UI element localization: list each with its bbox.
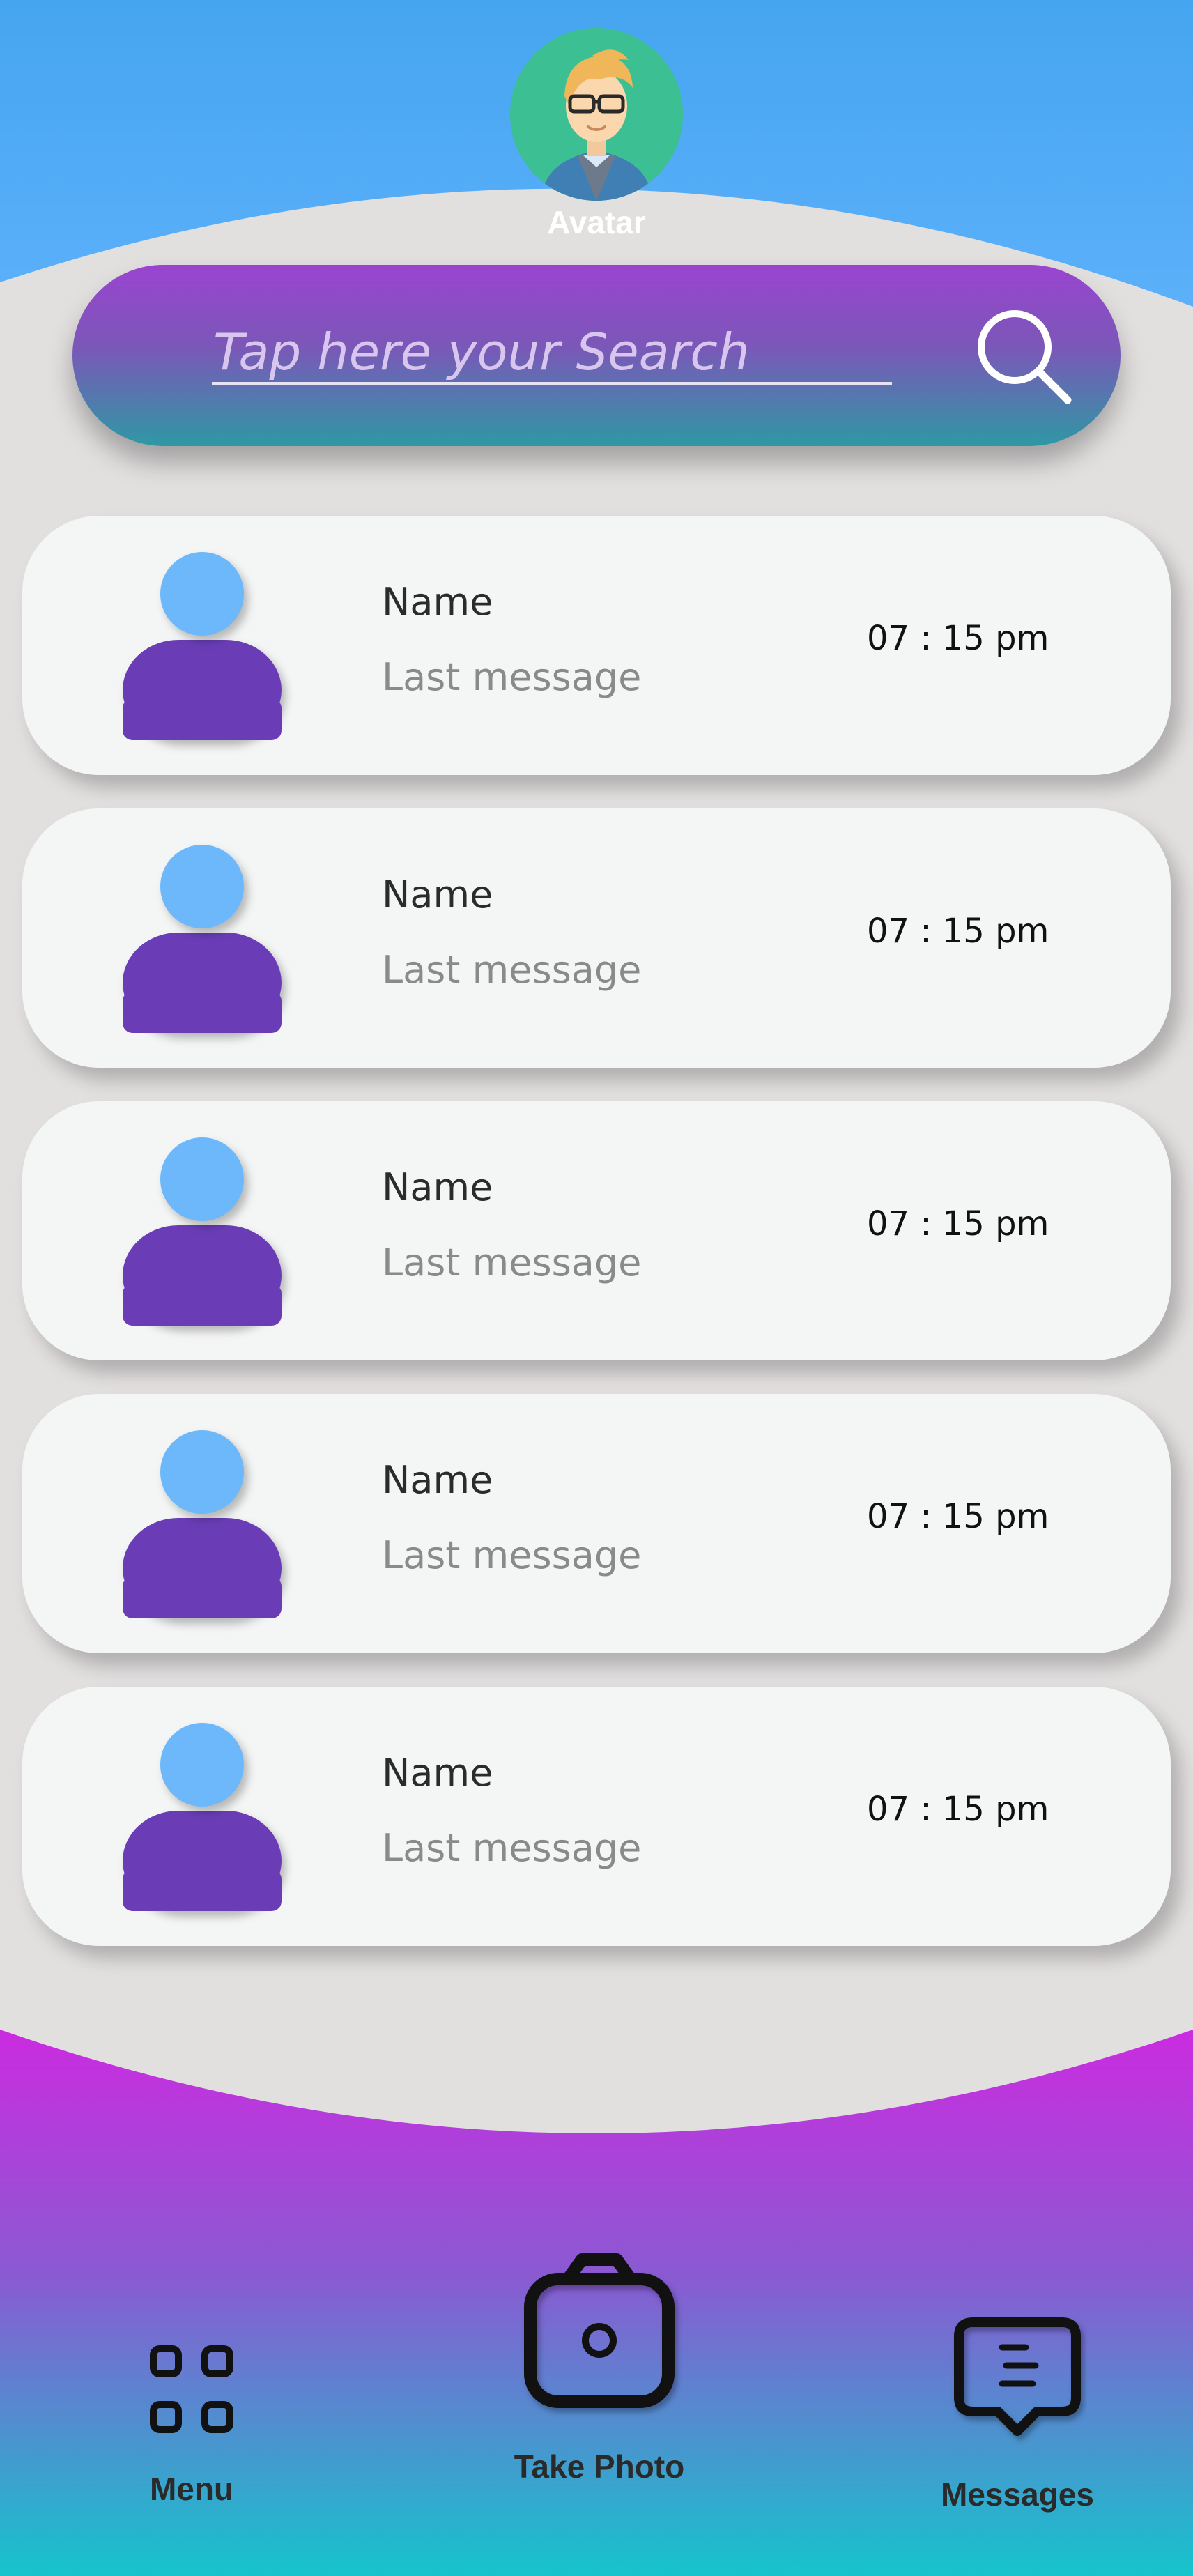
nav-menu[interactable]: Menu	[111, 2321, 272, 2508]
message-time: 07 : 15 pm	[867, 1790, 1049, 1829]
last-message: Last message	[382, 655, 642, 699]
profile-avatar[interactable]	[510, 28, 683, 201]
search-input[interactable]	[212, 322, 892, 385]
person-icon	[123, 845, 282, 1033]
contact-name: Name	[382, 1751, 493, 1795]
last-message: Last message	[382, 1533, 642, 1577]
message-time: 07 : 15 pm	[867, 912, 1049, 951]
contact-avatar	[120, 552, 284, 740]
chat-list-item[interactable]: Name Last message 07 : 15 pm	[22, 1394, 1171, 1653]
chat-list-item[interactable]: Name Last message 07 : 15 pm	[22, 1101, 1171, 1360]
search-bar	[72, 265, 1121, 446]
message-time: 07 : 15 pm	[867, 619, 1049, 658]
person-icon	[123, 552, 282, 740]
contact-avatar	[120, 1430, 284, 1618]
camera-icon	[524, 2253, 675, 2408]
avatar-label: Avatar	[547, 204, 646, 240]
grid-icon	[150, 2345, 233, 2433]
nav-menu-label: Menu	[149, 2471, 234, 2507]
nav-messages-label: Messages	[941, 2476, 1094, 2513]
nav-take-photo-label: Take Photo	[514, 2448, 685, 2485]
person-icon	[123, 1430, 282, 1618]
last-message: Last message	[382, 1826, 642, 1870]
contact-avatar	[120, 1137, 284, 1326]
search-icon	[978, 310, 1072, 404]
chat-list-item[interactable]: Name Last message 07 : 15 pm	[22, 808, 1171, 1068]
contact-name: Name	[382, 580, 493, 624]
chat-list-item[interactable]: Name Last message 07 : 15 pm	[22, 1687, 1171, 1946]
contact-name: Name	[382, 1458, 493, 1502]
last-message: Last message	[382, 948, 642, 992]
message-icon	[954, 2317, 1081, 2436]
person-icon	[123, 1723, 282, 1911]
last-message: Last message	[382, 1241, 642, 1285]
contact-avatar	[120, 1723, 284, 1911]
nav-take-photo[interactable]: Take Photo	[488, 2244, 711, 2485]
message-time: 07 : 15 pm	[867, 1497, 1049, 1536]
nav-messages[interactable]: Messages	[920, 2307, 1115, 2513]
contact-avatar	[120, 845, 284, 1033]
contact-name: Name	[382, 873, 493, 917]
contact-name: Name	[382, 1165, 493, 1209]
message-time: 07 : 15 pm	[867, 1204, 1049, 1243]
search-button[interactable]	[971, 304, 1076, 408]
user-avatar-illustration	[510, 28, 683, 201]
chat-list: Name Last message 07 : 15 pm Name Last m…	[22, 516, 1171, 1979]
chat-list-screen: Avatar Name Last message 07 : 15 pm	[0, 0, 1193, 2576]
person-icon	[123, 1137, 282, 1326]
chat-list-item[interactable]: Name Last message 07 : 15 pm	[22, 516, 1171, 775]
